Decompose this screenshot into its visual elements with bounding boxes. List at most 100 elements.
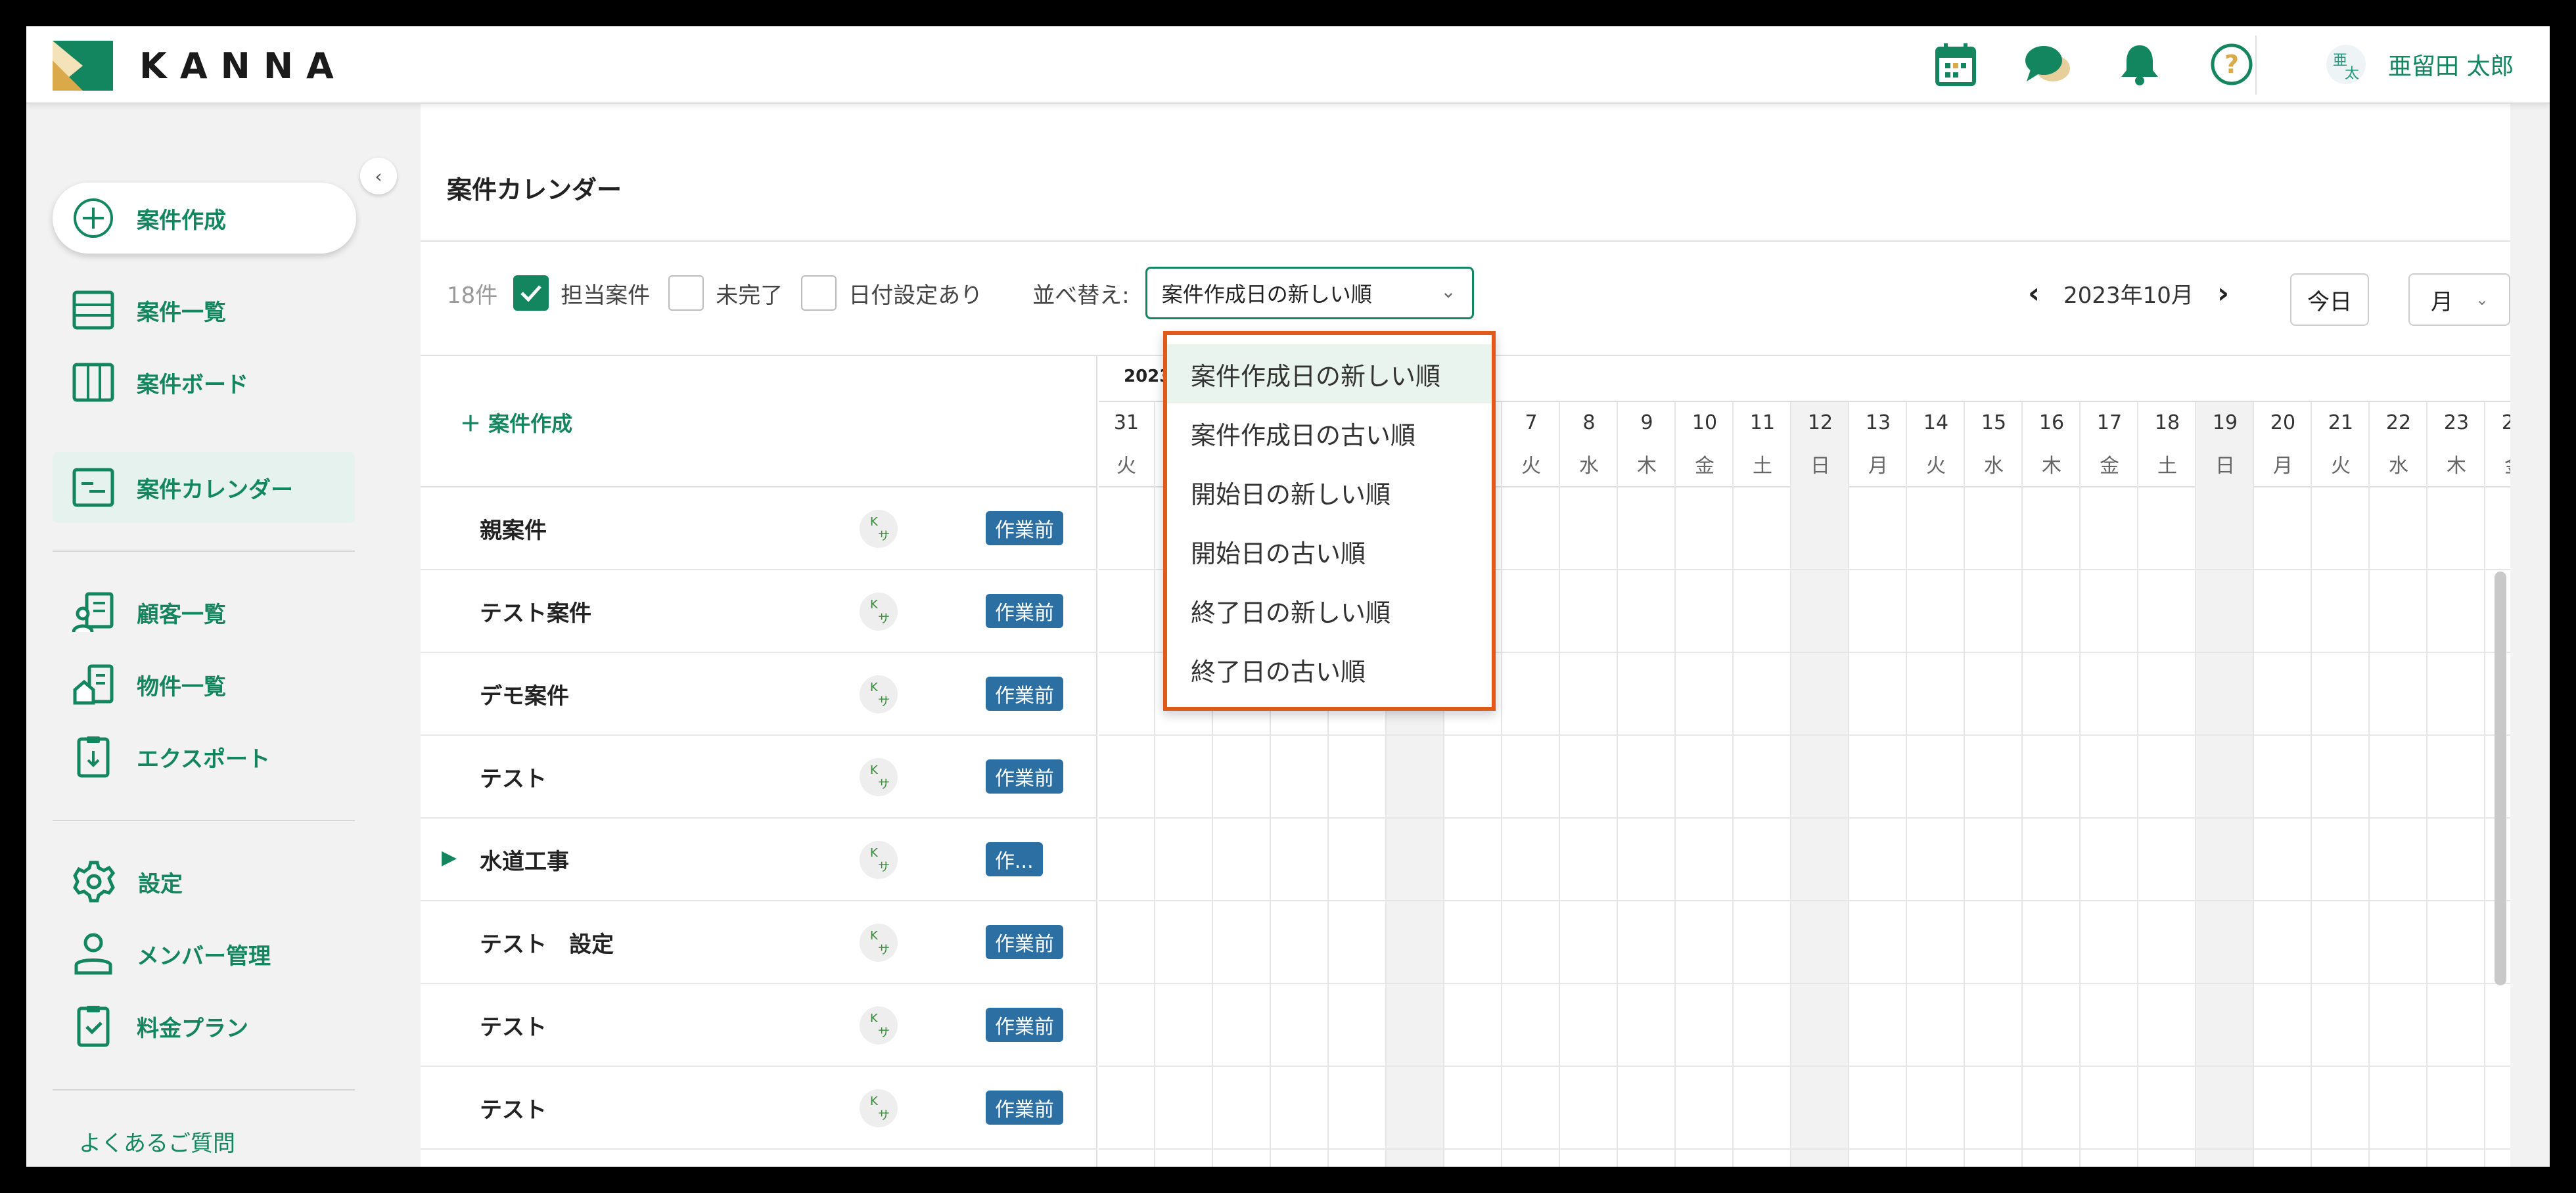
weekday-label: 金: [2485, 449, 2510, 478]
view-mode-select[interactable]: 月 ⌄: [2408, 273, 2510, 326]
sort-option[interactable]: 終了日の新しい順: [1167, 581, 1492, 640]
day-number: 18: [2154, 411, 2180, 434]
add-project-link[interactable]: ＋ 案件作成: [460, 407, 572, 438]
weekday-label: 水: [2389, 455, 2408, 478]
calendar-day-column[interactable]: 20 月: [2254, 402, 2312, 1167]
kanna-logo[interactable]: KANNA: [53, 41, 347, 91]
weekday-label: 火: [1116, 455, 1136, 478]
project-row[interactable]: デモ案件 K サ 作業前: [421, 653, 1097, 736]
prev-month-button[interactable]: ‹: [2004, 277, 2063, 310]
project-name[interactable]: テスト 設定: [480, 926, 614, 958]
vertical-scrollbar[interactable]: [2495, 572, 2506, 985]
project-row[interactable]: テスト K サ 作業前: [421, 1067, 1097, 1150]
sidebar-item-label: 物件一覧: [137, 673, 226, 700]
project-name[interactable]: デモ案件: [480, 678, 569, 710]
sidebar-item-project-list[interactable]: 案件一覧: [53, 275, 355, 346]
calendar-day-column[interactable]: 31 火: [1099, 402, 1155, 1167]
assignee-initial: K: [870, 515, 878, 529]
weekday-label: 木: [2447, 455, 2466, 478]
calendar-row-line: [1099, 1148, 2510, 1150]
sort-label: 並べ替え:: [1032, 282, 1130, 309]
sort-select[interactable]: 案件作成日の新しい順 ⌄: [1145, 267, 1474, 319]
bell-icon[interactable]: [2116, 41, 2163, 88]
faq-link[interactable]: よくあるご質問: [79, 1125, 235, 1158]
project-name[interactable]: テスト: [480, 1009, 547, 1041]
project-row[interactable]: テスト K サ 作業前: [421, 984, 1097, 1067]
incomplete-checkbox[interactable]: [668, 275, 704, 311]
calendar-day-column[interactable]: 14 火: [1907, 402, 1965, 1167]
calendar-day-column[interactable]: 15 水: [1965, 402, 2023, 1167]
assignee-initial: K: [870, 763, 878, 777]
day-number: 24: [2501, 411, 2510, 434]
chevron-down-icon: ⌄: [2475, 290, 2489, 309]
sidebar-item-customers[interactable]: 顧客一覧: [53, 577, 355, 648]
today-button[interactable]: 今日: [2290, 273, 2369, 326]
day-number: 19: [2212, 411, 2238, 434]
assignee-icon: Kサ: [860, 758, 898, 796]
sidebar-item-label: エクスポート: [137, 746, 270, 773]
project-name[interactable]: テスト案件: [480, 595, 591, 627]
dated-label: 日付設定あり: [848, 282, 983, 309]
weekday-label: 火: [1521, 455, 1541, 478]
help-icon[interactable]: ?: [2208, 41, 2255, 88]
calendar-day-column[interactable]: 11 土: [1734, 402, 1791, 1167]
sidebar-item-export[interactable]: エクスポート: [53, 721, 355, 792]
weekday-label: 火: [2331, 455, 2351, 478]
project-name[interactable]: 水道工事: [480, 844, 569, 876]
calendar-row-line: [1099, 900, 2510, 901]
day-number: 14: [1923, 411, 1949, 434]
project-name[interactable]: テスト: [480, 761, 547, 793]
sidebar-collapse-button[interactable]: ‹: [360, 158, 397, 194]
sort-option[interactable]: 開始日の古い順: [1167, 522, 1492, 581]
chat-icon[interactable]: [2024, 41, 2071, 88]
assignee-initial: サ: [878, 612, 890, 626]
incomplete-label: 未完了: [716, 282, 783, 309]
create-project-button[interactable]: 案件作成: [53, 183, 356, 254]
calendar-day-column[interactable]: 23 木: [2427, 402, 2485, 1167]
assignee-icon: Kサ: [860, 593, 898, 631]
sidebar-item-properties[interactable]: 物件一覧: [53, 649, 355, 720]
day-number: 31: [1113, 411, 1139, 434]
status-badge: 作業前: [986, 759, 1063, 794]
calendar-day-column[interactable]: 8水: [1560, 402, 1618, 1167]
sort-option[interactable]: 開始日の新しい順: [1167, 462, 1492, 522]
calendar-day-column[interactable]: 7火: [1502, 402, 1560, 1167]
assignee-icon: Kサ: [860, 1006, 898, 1045]
project-name[interactable]: テスト: [480, 1092, 547, 1124]
assigned-checkbox[interactable]: [513, 275, 549, 311]
sidebar-item-project-board[interactable]: 案件ボード: [53, 347, 355, 418]
next-month-button[interactable]: ›: [2194, 277, 2253, 310]
sort-option[interactable]: 終了日の古い順: [1167, 640, 1492, 699]
sidebar-item-settings[interactable]: 設定: [53, 846, 355, 917]
user-menu[interactable]: 亜 太 亜留田 太郎: [2326, 45, 2514, 84]
calendar-day-column[interactable]: 9木: [1618, 402, 1676, 1167]
calendar-day-column[interactable]: 21 火: [2312, 402, 2370, 1167]
calendar-day-column[interactable]: 12 日: [1791, 402, 1849, 1167]
project-row[interactable]: ▶ 水道工事 K サ 作...: [421, 819, 1097, 901]
calendar-day-column[interactable]: 16 木: [2023, 402, 2081, 1167]
project-row[interactable]: テスト 設定 K サ 作業前: [421, 901, 1097, 984]
sidebar-item-members[interactable]: メンバー管理: [53, 918, 355, 989]
page-title: 案件カレンダー: [447, 175, 622, 204]
project-row[interactable]: テスト K サ 作業前: [421, 736, 1097, 819]
expand-caret-icon[interactable]: ▶: [442, 846, 457, 869]
calendar-day-column[interactable]: 19 日: [2196, 402, 2254, 1167]
calendar-day-column[interactable]: 13 月: [1849, 402, 1907, 1167]
sidebar-divider: [53, 820, 355, 821]
day-number: 22: [2385, 411, 2412, 434]
project-list: ＋ 案件作成 親案件 K サ作業前 テスト案件 K サ作業前 デモ案件 K サ作業前 テスト K サ作…: [421, 356, 1097, 1167]
sidebar-item-plans[interactable]: 料金プラン: [53, 991, 355, 1062]
calendar-day-column[interactable]: 17 金: [2081, 402, 2138, 1167]
dated-checkbox[interactable]: [801, 275, 837, 311]
sidebar-item-project-calendar[interactable]: 案件カレンダー: [53, 452, 355, 523]
calendar-day-column[interactable]: 22 水: [2370, 402, 2427, 1167]
project-name[interactable]: 親案件: [480, 512, 547, 545]
create-project-label: 案件作成: [137, 207, 226, 234]
project-row[interactable]: 親案件 K サ 作業前: [421, 487, 1097, 570]
project-row[interactable]: テスト案件 K サ 作業前: [421, 570, 1097, 653]
calendar-day-column[interactable]: 18 土: [2138, 402, 2196, 1167]
calendar-day-column[interactable]: 10 金: [1676, 402, 1734, 1167]
calendar-icon[interactable]: [1932, 41, 1979, 88]
sort-option[interactable]: 案件作成日の新しい順: [1167, 344, 1492, 403]
sort-option[interactable]: 案件作成日の古い順: [1167, 403, 1492, 462]
